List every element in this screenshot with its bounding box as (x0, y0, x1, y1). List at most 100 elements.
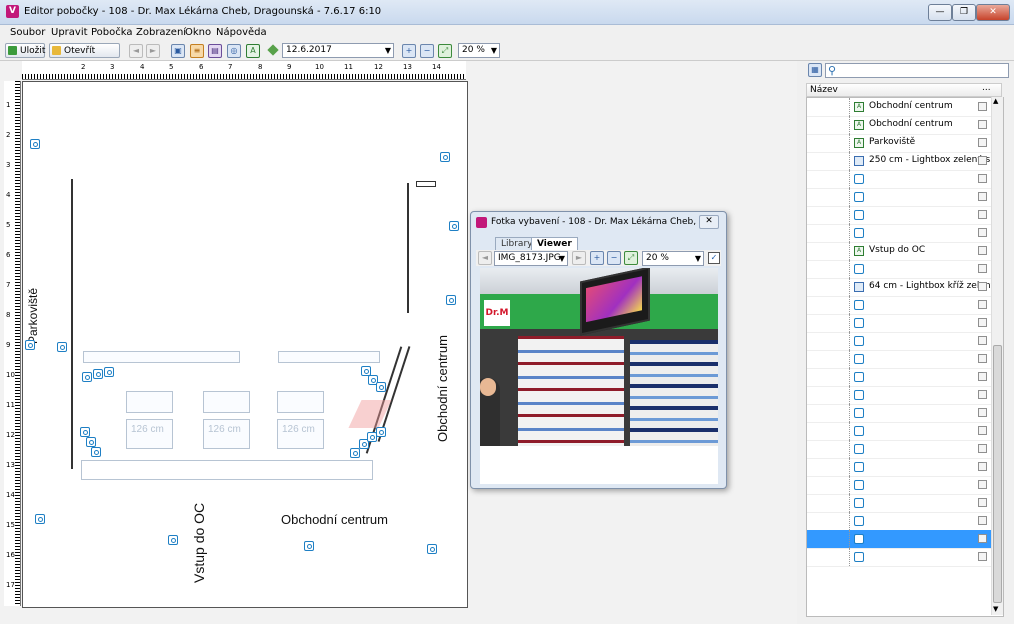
camera-icon[interactable] (427, 544, 437, 554)
visibility-checkbox[interactable] (978, 210, 987, 219)
tree-row[interactable]: A Obchodní centrum (807, 98, 991, 117)
open-discussion-button[interactable]: Otevřít diskuzi (49, 43, 120, 71)
visibility-checkbox[interactable] (978, 480, 987, 489)
file-select[interactable]: IMG_8173.JPG ▼ (494, 251, 568, 266)
tree-row[interactable] (807, 296, 991, 315)
tree-row[interactable] (807, 404, 991, 423)
camera-icon[interactable] (25, 340, 35, 350)
tree-row[interactable] (807, 260, 991, 279)
grid-view-icon[interactable]: ▦ (808, 63, 822, 77)
menu-soubor[interactable]: Soubor (10, 27, 45, 38)
camera-icon[interactable] (304, 541, 314, 551)
label-obchodni-centrum-bottom[interactable]: Obchodní centrum (281, 512, 388, 527)
zoom-in-icon[interactable]: + (590, 251, 604, 265)
menu-napoveda[interactable]: Nápověda (216, 27, 267, 38)
camera-icon[interactable] (168, 535, 178, 545)
camera-icon[interactable] (449, 221, 459, 231)
visibility-checkbox[interactable] (978, 354, 987, 363)
tree-row[interactable] (807, 206, 991, 225)
label-obchodni-centrum[interactable]: Obchodní centrum (435, 335, 450, 442)
visibility-checkbox[interactable] (978, 498, 987, 507)
zoom-select[interactable]: 20 % ▼ (458, 43, 500, 58)
camera-icon[interactable] (57, 342, 67, 352)
label-parkoviste[interactable]: Parkoviště (26, 288, 40, 344)
tree-row[interactable] (807, 458, 991, 477)
tree-row[interactable] (807, 188, 991, 207)
visibility-checkbox[interactable] (978, 336, 987, 345)
camera-icon[interactable] (104, 367, 114, 377)
list-icon[interactable]: ≡ (190, 44, 204, 58)
minimize-button[interactable]: — (928, 4, 952, 21)
text-toolbar-icon[interactable]: A (246, 44, 260, 58)
visibility-checkbox[interactable] (978, 228, 987, 237)
zoom-out-icon[interactable]: − (607, 251, 621, 265)
visibility-checkbox[interactable] (978, 282, 987, 291)
book-icon[interactable]: ▤ (208, 44, 222, 58)
zoom-in-icon[interactable]: + (402, 44, 416, 58)
camera-icon[interactable] (376, 427, 386, 437)
maximize-button[interactable]: ❐ (952, 4, 976, 21)
menu-zobrazeni[interactable]: Zobrazení (136, 27, 186, 38)
tree-row[interactable]: 250 cm - Lightbox zelený s ... (807, 152, 1002, 171)
visibility-checkbox[interactable] (978, 390, 987, 399)
tree-row[interactable]: A Parkoviště (807, 134, 991, 153)
close-icon[interactable]: ✕ (699, 215, 719, 229)
camera-icon[interactable] (82, 372, 92, 382)
zoom-fit-icon[interactable]: ⤢ (438, 44, 452, 58)
label-vstup-do-oc[interactable]: Vstup do OC (191, 503, 207, 583)
visibility-checkbox[interactable] (978, 156, 987, 165)
viewer-zoom-select[interactable]: 20 % ▼ (642, 251, 704, 266)
camera-icon[interactable] (35, 514, 45, 524)
visibility-checkbox[interactable] (978, 534, 987, 543)
tree-row[interactable] (807, 440, 991, 459)
tree-row[interactable] (807, 368, 991, 387)
undo-icon[interactable]: ◄ (129, 44, 143, 58)
camera-toolbar-icon[interactable]: ◎ (227, 44, 241, 58)
visibility-checkbox[interactable] (978, 318, 987, 327)
tab-viewer[interactable]: Viewer (531, 237, 578, 250)
scrollbar[interactable]: ▲ ▼ (991, 97, 1003, 615)
menu-okno[interactable]: Okno (185, 27, 211, 38)
tree-row[interactable]: A Obchodní centrum (807, 116, 991, 135)
scrollbar-thumb[interactable] (993, 345, 1002, 603)
next-icon[interactable]: ► (572, 251, 586, 265)
tree-row[interactable]: A Vstup do OC (807, 242, 991, 261)
visibility-checkbox[interactable] (978, 516, 987, 525)
visibility-checkbox[interactable] (978, 552, 987, 561)
visibility-checkbox[interactable] (978, 246, 987, 255)
zoom-out-icon[interactable]: − (420, 44, 434, 58)
scroll-up-icon[interactable]: ▲ (993, 97, 998, 105)
visibility-checkbox[interactable] (978, 138, 987, 147)
visibility-checkbox[interactable] (978, 120, 987, 129)
scroll-down-icon[interactable]: ▼ (993, 605, 998, 613)
tree-row[interactable] (807, 314, 991, 333)
camera-icon[interactable] (350, 448, 360, 458)
redo-icon[interactable]: ► (146, 44, 160, 58)
visibility-checkbox[interactable] (978, 426, 987, 435)
camera-icon[interactable] (440, 152, 450, 162)
column-name[interactable]: Název (810, 85, 838, 95)
object-tree[interactable]: A Obchodní centrum A Obchodní centrum A Parko… (806, 97, 1004, 617)
camera-icon[interactable] (376, 382, 386, 392)
date-select[interactable]: 12.6.2017 ▼ (282, 43, 394, 58)
photo-window[interactable]: Fotka vybavení - 108 - Dr. Max Lékárna C… (470, 211, 727, 489)
camera-icon[interactable] (86, 437, 96, 447)
previous-icon[interactable]: ◄ (478, 251, 492, 265)
camera-icon[interactable] (93, 369, 103, 379)
tree-row[interactable]: 64 cm - Lightbox kříž zelený - ... (807, 278, 1003, 297)
tree-row[interactable] (807, 350, 991, 369)
column-more[interactable]: ... (982, 83, 991, 93)
menu-pobocka[interactable]: Pobočka (91, 27, 133, 38)
tree-row[interactable] (807, 476, 991, 495)
close-button[interactable]: ✕ (976, 4, 1010, 21)
tree-row[interactable] (807, 494, 991, 513)
camera-icon[interactable] (80, 427, 90, 437)
tree-row[interactable] (807, 548, 991, 567)
floor-plan-canvas[interactable]: 126 cm 126 cm 126 cm Parkoviště Obchodní… (22, 81, 468, 608)
tree-row[interactable] (807, 512, 991, 531)
tree-row[interactable] (807, 224, 991, 243)
visibility-checkbox[interactable] (978, 174, 987, 183)
visibility-checkbox[interactable] (978, 462, 987, 471)
visibility-checkbox[interactable] (978, 372, 987, 381)
visibility-checkbox[interactable] (978, 264, 987, 273)
